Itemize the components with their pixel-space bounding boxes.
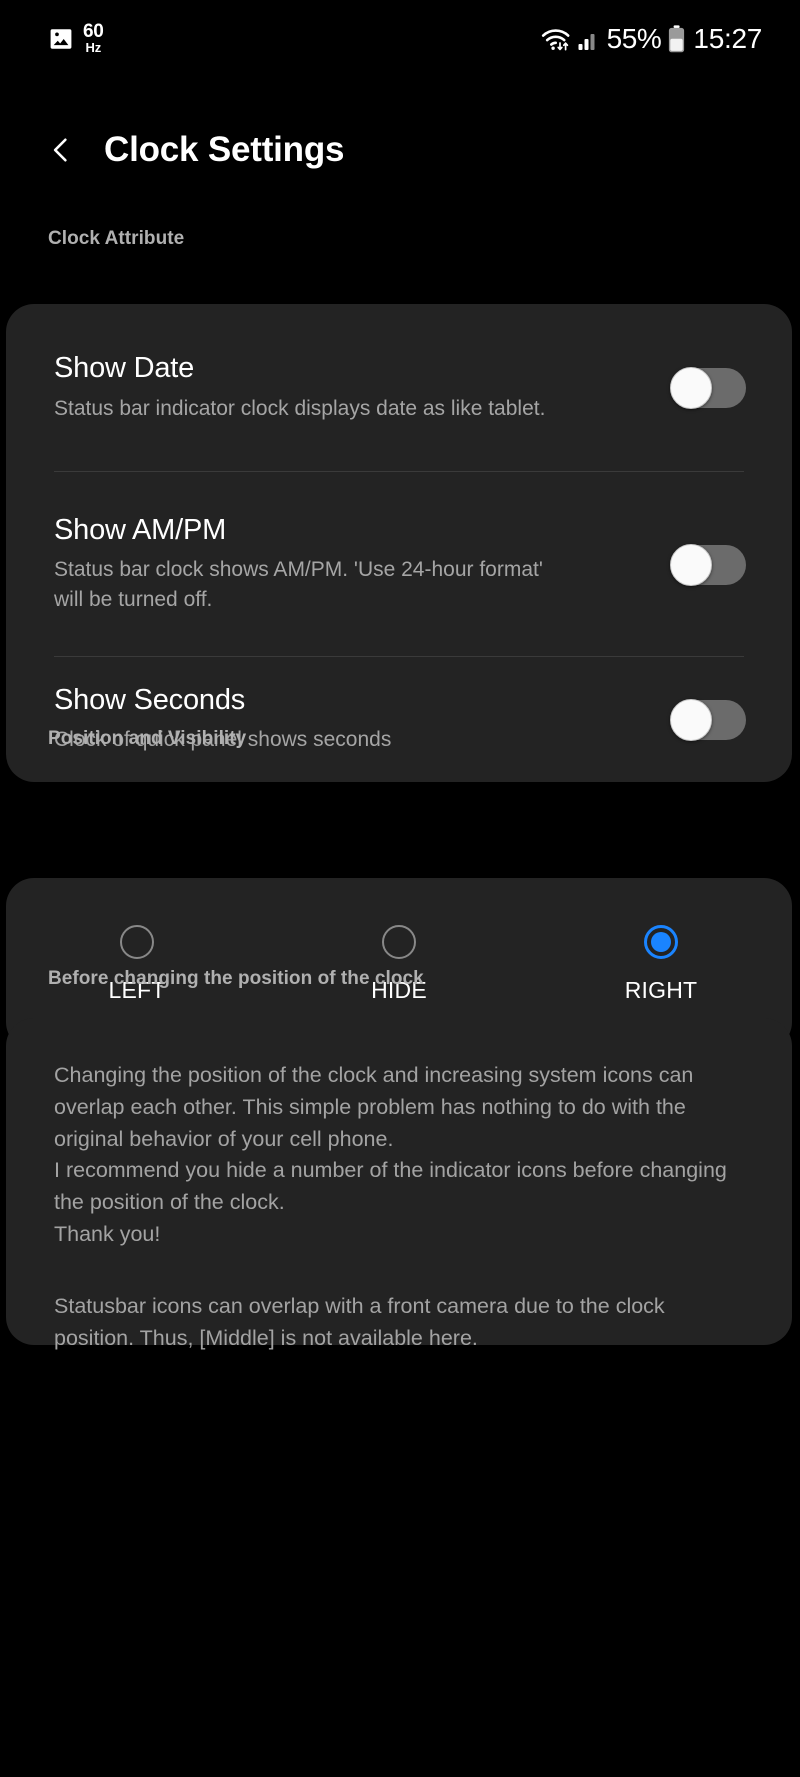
clock-settings-screen: 60 Hz 55% 15:27 Clock Settings Clock Att… — [0, 0, 800, 1777]
wifi-icon — [541, 25, 571, 53]
radio-option-hide[interactable]: HIDE — [268, 924, 530, 1004]
section-label-position-visibility: Position and Visibility — [48, 728, 247, 749]
row-show-am-pm-text: Show AM/PM Status bar clock shows AM/PM.… — [54, 514, 574, 615]
radio-dot — [651, 931, 671, 952]
radio-circle-icon — [120, 924, 154, 959]
toggle-knob — [670, 698, 712, 741]
info-paragraph-1: Changing the position of the clock and i… — [54, 1063, 727, 1247]
status-bar: 60 Hz 55% 15:27 — [0, 0, 800, 78]
row-show-date-subtitle: Status bar indicator clock displays date… — [54, 396, 546, 420]
page-title: Clock Settings — [104, 130, 345, 169]
toggle-knob — [670, 367, 712, 409]
radio-circle-icon — [644, 924, 678, 959]
row-show-seconds[interactable]: Show Seconds Clock of quick panel shows … — [6, 657, 792, 782]
toggle-show-seconds[interactable] — [670, 698, 746, 741]
before-changing-info-card: Changing the position of the clock and i… — [6, 1018, 792, 1350]
section-label-clock-attribute: Clock Attribute — [48, 228, 185, 249]
section-label-before-changing: Before changing the position of the cloc… — [48, 968, 424, 989]
battery-percent: 55% — [606, 23, 662, 54]
back-button[interactable] — [40, 129, 82, 171]
row-show-seconds-title: Show Seconds — [54, 683, 246, 716]
row-show-date-text: Show Date Status bar indicator clock dis… — [54, 352, 545, 423]
row-show-am-pm-title: Show AM/PM — [54, 514, 227, 547]
toggle-show-am-pm[interactable] — [670, 543, 746, 586]
back-chevron-icon — [53, 138, 67, 162]
radio-label-right: RIGHT — [624, 976, 698, 1003]
clock-attribute-card: Show Date Status bar indicator clock dis… — [6, 304, 792, 782]
toggle-knob — [670, 543, 712, 586]
radio-option-left[interactable]: LEFT — [6, 924, 268, 1004]
battery-icon — [668, 25, 685, 53]
info-paragraph-2: Statusbar icons can overlap with a front… — [54, 1293, 665, 1350]
refresh-rate-unit: Hz — [85, 39, 102, 55]
status-bar-right: 55% 15:27 — [541, 23, 762, 55]
refresh-rate-indicator: 60 Hz — [83, 23, 104, 54]
status-bar-clock: 15:27 — [693, 23, 762, 54]
row-show-am-pm-subtitle: Status bar clock shows AM/PM. 'Use 24-ho… — [54, 558, 543, 612]
status-bar-left: 60 Hz — [48, 23, 104, 54]
radio-option-right[interactable]: RIGHT — [530, 924, 792, 1004]
row-show-date-title: Show Date — [54, 352, 195, 385]
image-icon — [48, 26, 74, 52]
radio-circle-icon — [382, 924, 416, 959]
signal-icon — [578, 27, 600, 51]
page-header: Clock Settings — [0, 110, 800, 190]
row-show-date[interactable]: Show Date Status bar indicator clock dis… — [6, 304, 792, 472]
toggle-show-date[interactable] — [670, 367, 746, 409]
row-show-am-pm[interactable]: Show AM/PM Status bar clock shows AM/PM.… — [6, 472, 792, 657]
